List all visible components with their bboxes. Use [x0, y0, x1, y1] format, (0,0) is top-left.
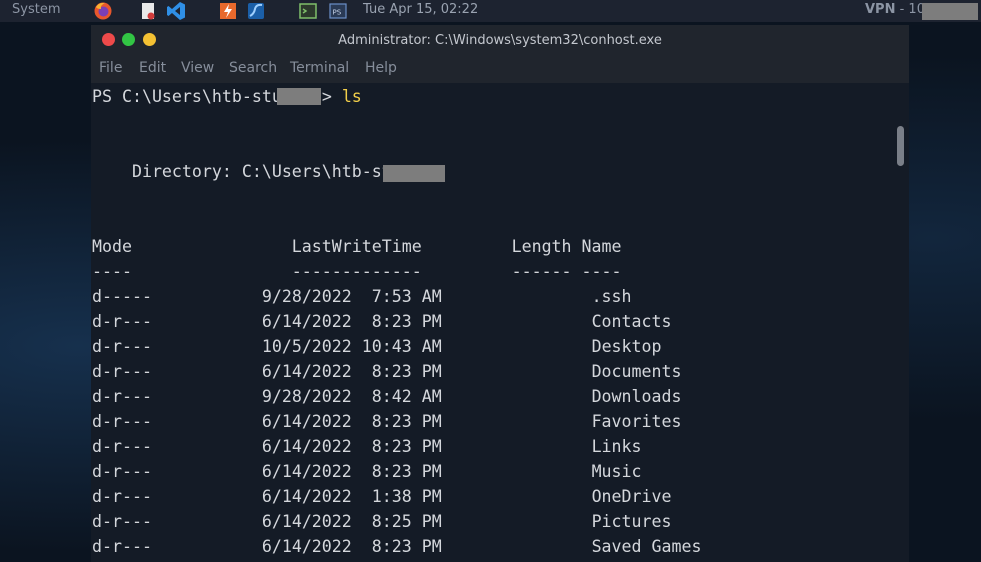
- table-separator: ---- ------------- ------ ----: [92, 262, 622, 281]
- table-row: d-r--- 6/14/2022 8:23 PM Contacts: [92, 311, 672, 333]
- title-bar[interactable]: Administrator: C:\Windows\system32\conho…: [91, 25, 909, 55]
- row-name: Music: [591, 462, 642, 481]
- row-time: 8:42 AM: [371, 387, 442, 406]
- text-editor-icon[interactable]: [138, 1, 158, 21]
- row-time: 8:23 PM: [371, 537, 442, 556]
- row-time: 8:23 PM: [371, 412, 442, 431]
- menu-search[interactable]: Search: [229, 60, 277, 76]
- top-panel: System PS Tue Apr 15, 02:22 VPN - 10.: [0, 0, 981, 22]
- row-time: 1:38 PM: [371, 487, 442, 506]
- menu-help[interactable]: Help: [365, 60, 397, 76]
- vpn-status: VPN - 10.: [865, 2, 929, 17]
- row-date: 6/14/2022: [261, 487, 352, 506]
- menu-view[interactable]: View: [181, 60, 214, 76]
- wireshark-icon[interactable]: [246, 1, 266, 21]
- table-row: d-r--- 10/5/2022 10:43 AM Desktop: [92, 336, 662, 358]
- clock[interactable]: Tue Apr 15, 02:22: [363, 2, 478, 17]
- terminal-output[interactable]: PS C:\Users\htb-stu > ls Directory: C:\Us…: [91, 83, 909, 562]
- menu-file[interactable]: File: [99, 60, 122, 76]
- row-name: Pictures: [591, 512, 672, 531]
- row-name: Contacts: [591, 312, 672, 331]
- row-date: 6/14/2022: [261, 312, 352, 331]
- row-time: 8:23 PM: [371, 437, 442, 456]
- menu-terminal[interactable]: Terminal: [290, 60, 349, 76]
- row-name: Links: [591, 437, 642, 456]
- window-title: Administrator: C:\Windows\system32\conho…: [338, 33, 662, 48]
- row-mode: d-r---: [92, 362, 152, 381]
- prompt-suffix: >: [321, 87, 342, 106]
- row-date: 6/14/2022: [261, 437, 352, 456]
- row-mode: d-r---: [92, 487, 152, 506]
- row-mode: d-r---: [92, 312, 152, 331]
- row-time: 8:23 PM: [371, 312, 442, 331]
- row-mode: d-r---: [92, 462, 152, 481]
- menu-bar: File Edit View Search Terminal Help: [91, 55, 909, 83]
- row-name: Favorites: [591, 412, 682, 431]
- powershell-icon[interactable]: PS: [328, 1, 348, 21]
- row-mode: d-r---: [92, 387, 152, 406]
- row-date: 6/14/2022: [261, 537, 352, 556]
- command-text: ls: [341, 87, 362, 106]
- svg-text:PS: PS: [333, 9, 342, 17]
- row-time: 10:43 AM: [361, 337, 442, 356]
- firefox-icon[interactable]: [93, 1, 113, 21]
- terminal-icon[interactable]: [298, 1, 318, 21]
- scrollbar-thumb[interactable]: [897, 126, 904, 166]
- row-mode: d-r---: [92, 537, 152, 556]
- row-date: 9/28/2022: [261, 387, 352, 406]
- conhost-window: Administrator: C:\Windows\system32\conho…: [91, 25, 909, 562]
- row-name: OneDrive: [591, 487, 672, 506]
- row-date: 6/14/2022: [261, 512, 352, 531]
- redacted-username: [277, 88, 321, 105]
- table-row: d-r--- 6/14/2022 8:23 PM Documents: [92, 361, 681, 383]
- row-time: 8:23 PM: [371, 462, 442, 481]
- vscode-icon[interactable]: [166, 1, 186, 21]
- row-name: Downloads: [591, 387, 682, 406]
- row-name: Saved Games: [591, 537, 702, 556]
- row-time: 8:23 PM: [371, 362, 442, 381]
- redacted-ip: [922, 3, 978, 20]
- row-mode: d-r---: [92, 412, 152, 431]
- menu-edit[interactable]: Edit: [139, 60, 166, 76]
- row-date: 9/28/2022: [261, 287, 352, 306]
- burp-suite-icon[interactable]: [218, 1, 238, 21]
- table-row: d-r--- 9/28/2022 8:42 AM Downloads: [92, 386, 681, 408]
- row-mode: d-r---: [92, 337, 152, 356]
- row-time: 8:25 PM: [371, 512, 442, 531]
- table-row: d-r--- 6/14/2022 8:23 PM Saved Games: [92, 536, 701, 558]
- table-row: d-r--- 6/14/2022 8:23 PM Links: [92, 436, 642, 458]
- row-name: Desktop: [591, 337, 662, 356]
- row-mode: d-----: [92, 287, 152, 306]
- table-row: d-r--- 6/14/2022 8:23 PM Music: [92, 461, 642, 483]
- row-time: 7:53 AM: [371, 287, 442, 306]
- row-mode: d-r---: [92, 437, 152, 456]
- prompt-line: PS C:\Users\htb-stu > ls: [92, 86, 362, 108]
- vpn-label: VPN: [865, 2, 896, 17]
- row-date: 6/14/2022: [261, 462, 352, 481]
- system-menu[interactable]: System: [12, 2, 60, 17]
- table-row: d-r--- 6/14/2022 1:38 PM OneDrive: [92, 486, 672, 508]
- row-date: 6/14/2022: [261, 362, 352, 381]
- directory-line: Directory: C:\Users\htb-st: [92, 162, 392, 181]
- redacted-username: [383, 165, 445, 182]
- row-mode: d-r---: [92, 512, 152, 531]
- row-date: 6/14/2022: [261, 412, 352, 431]
- table-row: d----- 9/28/2022 7:53 AM .ssh: [92, 286, 632, 308]
- table-header: Mode LastWriteTime Length Name: [92, 237, 622, 256]
- row-date: 10/5/2022: [261, 337, 352, 356]
- prompt-path: PS C:\Users\htb-stu: [92, 87, 282, 106]
- row-name: Documents: [591, 362, 682, 381]
- table-row: d-r--- 6/14/2022 8:25 PM Pictures: [92, 511, 672, 533]
- table-row: d-r--- 6/14/2022 8:23 PM Favorites: [92, 411, 681, 433]
- row-name: .ssh: [591, 287, 632, 306]
